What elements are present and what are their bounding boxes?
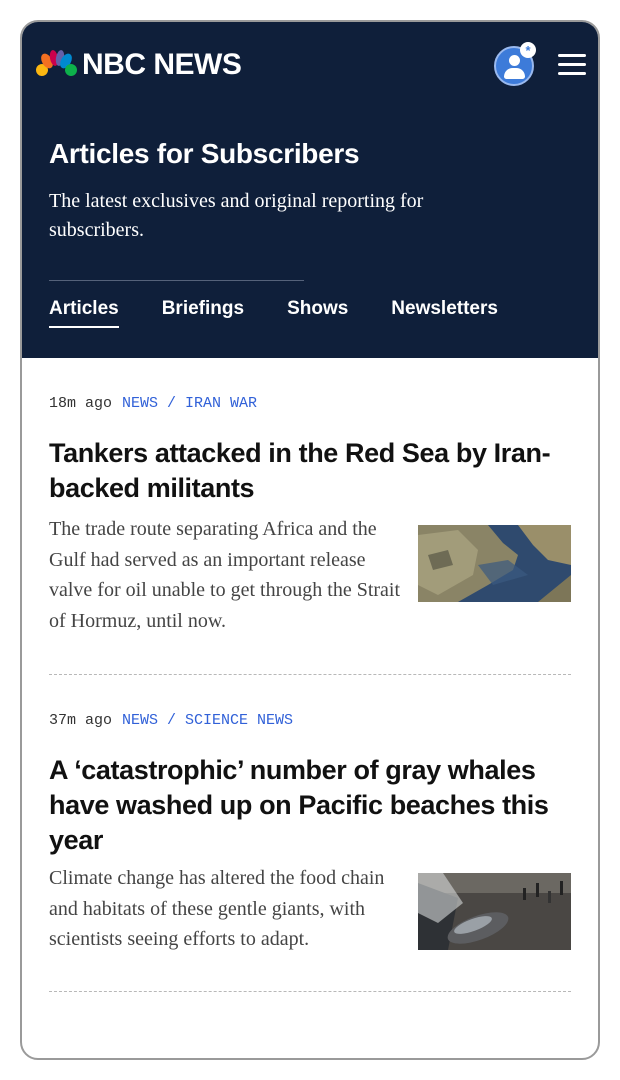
satellite-image-thumbnail[interactable]: [418, 525, 571, 602]
header-divider: [49, 280, 304, 281]
page-subtitle: The latest exclusives and original repor…: [49, 190, 424, 241]
article-divider: [49, 990, 571, 992]
article-meta: 18m ago NEWS / IRAN WAR: [49, 394, 571, 414]
nbc-news-logo[interactable]: NBC NEWS: [34, 48, 242, 82]
article-timestamp: 37m ago: [49, 712, 113, 729]
article-category-link[interactable]: NEWS / IRAN WAR: [122, 395, 257, 412]
article-dek: The trade route separating Africa and th…: [49, 518, 401, 632]
article-card: 37m ago NEWS / SCIENCE NEWS A ‘catastroph…: [22, 711, 598, 955]
top-bar: NBC NEWS *: [22, 22, 598, 110]
article-headline[interactable]: Tankers attacked in the Red Sea by Iran-…: [49, 436, 559, 506]
user-icon-head: [509, 55, 520, 66]
user-icon-body: [504, 68, 525, 79]
tab-shows[interactable]: Shows: [287, 298, 348, 326]
article-divider: [49, 674, 571, 675]
tab-newsletters[interactable]: Newsletters: [391, 298, 498, 326]
phone-frame: NBC NEWS * Articles for Subscribers The …: [20, 20, 600, 1060]
article-body-row: Climate change has altered the food chai…: [49, 863, 571, 955]
account-button[interactable]: *: [494, 42, 536, 86]
subscriber-header: NBC NEWS * Articles for Subscribers The …: [22, 22, 598, 358]
article-timestamp: 18m ago: [49, 395, 113, 412]
article-dek: Climate change has altered the food chai…: [49, 867, 385, 950]
article-headline[interactable]: A ‘catastrophic’ number of gray whales h…: [49, 753, 549, 858]
hamburger-menu-icon[interactable]: [558, 54, 586, 76]
article-card: 18m ago NEWS / IRAN WAR Tankers attacked …: [22, 394, 598, 636]
article-meta: 37m ago NEWS / SCIENCE NEWS: [49, 711, 571, 731]
tab-articles[interactable]: Articles: [49, 298, 119, 328]
brand-wordmark: NBC NEWS: [82, 48, 242, 81]
tab-briefings[interactable]: Briefings: [162, 298, 244, 326]
beached-whale-thumbnail[interactable]: [418, 873, 571, 950]
section-tabs: Articles Briefings Shows Newsletters: [49, 298, 541, 328]
account-badge: *: [520, 42, 536, 58]
article-category-link[interactable]: NEWS / SCIENCE NEWS: [122, 712, 293, 729]
page-title: Articles for Subscribers: [49, 138, 360, 169]
peacock-logo-icon: [36, 50, 77, 80]
article-body-row: The trade route separating Africa and th…: [49, 514, 571, 636]
